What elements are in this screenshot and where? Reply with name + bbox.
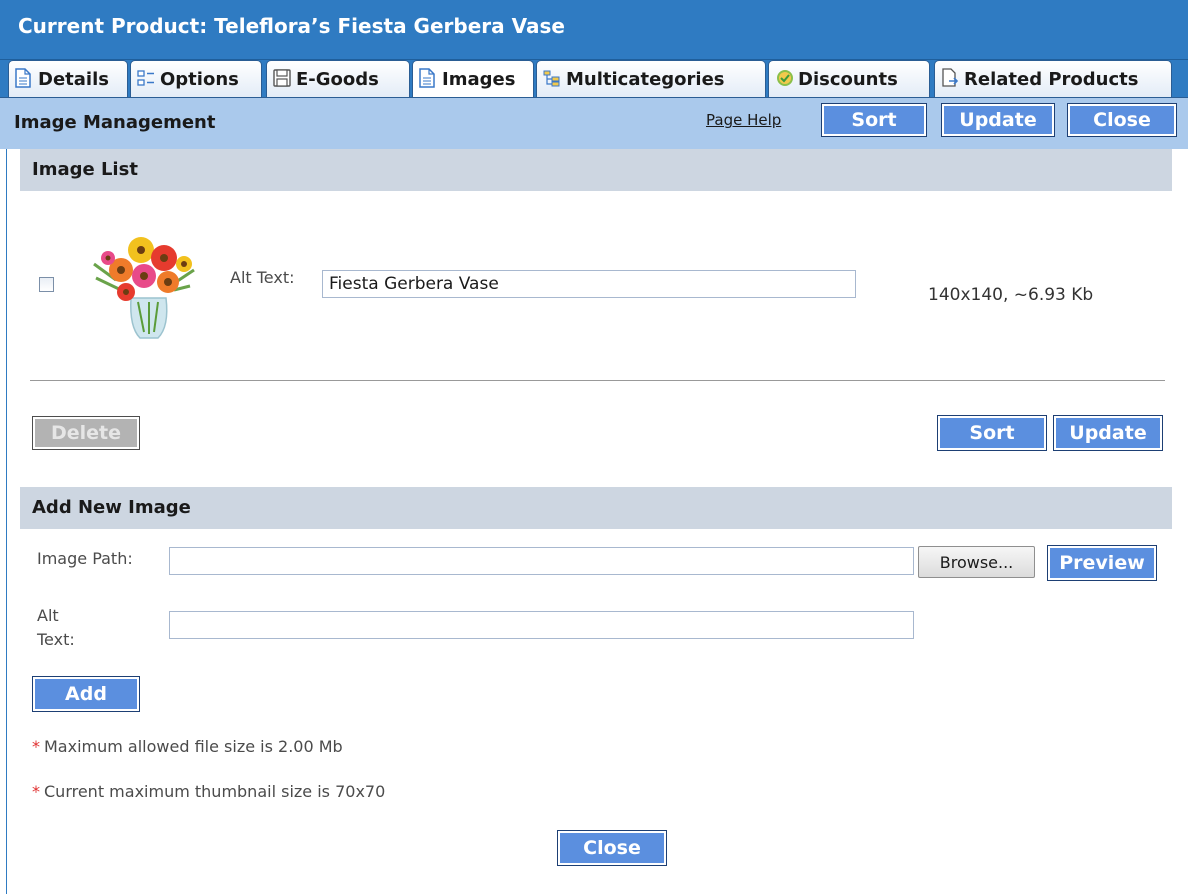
close-button-bottom[interactable]: Close [557, 830, 667, 866]
image-alt-text-input[interactable] [322, 270, 856, 298]
tab-strip: Details Options E-Goods Images Multicate… [0, 60, 1188, 97]
tab-label: Related Products [964, 68, 1139, 90]
tab-multicategories[interactable]: Multicategories [536, 60, 766, 97]
tab-label: Images [442, 68, 516, 90]
image-list-header: Image List [20, 149, 1172, 191]
management-title: Image Management [14, 112, 216, 133]
document-icon [15, 68, 33, 90]
options-icon [137, 68, 155, 90]
image-thumbnail [86, 220, 206, 342]
add-image-header: Add New Image [20, 487, 1172, 529]
update-button-bottom[interactable]: Update [1053, 415, 1163, 451]
tab-label: Discounts [798, 68, 898, 90]
update-button[interactable]: Update [941, 103, 1055, 137]
category-tree-icon [543, 68, 561, 90]
document-icon [419, 68, 437, 90]
tab-egoods[interactable]: E-Goods [266, 60, 410, 97]
image-select-checkbox[interactable] [39, 277, 54, 292]
note-text: Maximum allowed file size is 2.00 Mb [44, 737, 343, 756]
section-title: Image List [32, 159, 138, 180]
required-star-icon: * [32, 782, 40, 801]
thumbnail-size-note: * Current maximum thumbnail size is 70x70 [32, 782, 385, 801]
browse-button[interactable]: Browse... [918, 546, 1035, 578]
page-title: Current Product: Teleflora’s Fiesta Gerb… [18, 14, 565, 38]
section-title: Add New Image [32, 497, 191, 518]
tab-discounts[interactable]: Discounts [768, 60, 930, 97]
image-path-label: Image Path: [37, 549, 133, 568]
delete-button[interactable]: Delete [32, 416, 140, 450]
required-star-icon: * [32, 737, 40, 756]
floppy-disk-icon [273, 68, 291, 90]
tab-label: Options [160, 68, 239, 90]
tab-related-products[interactable]: Related Products [934, 60, 1172, 97]
page-help-link[interactable]: Page Help [706, 111, 781, 129]
title-bar: Current Product: Teleflora’s Fiesta Gerb… [0, 0, 1188, 60]
close-button[interactable]: Close [1067, 103, 1177, 137]
image-path-input[interactable] [169, 547, 914, 575]
alt-text-label-line1: Alt [37, 606, 59, 625]
tab-label: E-Goods [296, 68, 379, 90]
tab-label: Multicategories [566, 68, 725, 90]
sort-button-bottom[interactable]: Sort [937, 415, 1047, 451]
sort-button[interactable]: Sort [821, 103, 927, 137]
alt-text-label-line2: Text: [37, 630, 75, 649]
add-button[interactable]: Add [32, 676, 140, 712]
related-document-icon [941, 68, 959, 90]
file-size-note: * Maximum allowed file size is 2.00 Mb [32, 737, 343, 756]
discount-tag-icon [775, 68, 793, 90]
tab-images[interactable]: Images [412, 60, 534, 97]
left-border [6, 149, 7, 894]
divider [30, 380, 1165, 381]
preview-button[interactable]: Preview [1047, 545, 1157, 581]
tab-details[interactable]: Details [8, 60, 128, 97]
tab-label: Details [38, 68, 109, 90]
new-alt-text-input[interactable] [169, 611, 914, 639]
note-text: Current maximum thumbnail size is 70x70 [44, 782, 386, 801]
alt-text-label: Alt Text: [230, 268, 295, 287]
tab-options[interactable]: Options [130, 60, 262, 97]
image-size-info: 140x140, ~6.93 Kb [928, 285, 1094, 305]
